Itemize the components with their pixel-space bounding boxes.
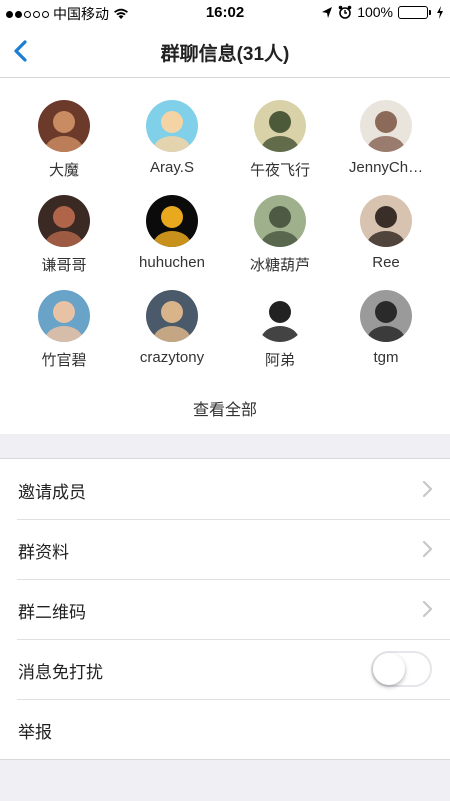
avatar (146, 195, 198, 247)
avatar (360, 100, 412, 152)
menu-label: 群资料 (18, 543, 69, 562)
chevron-right-icon (422, 480, 433, 498)
avatar (360, 195, 412, 247)
group-profile-item[interactable]: 群资料 (0, 519, 450, 579)
member-item[interactable]: Aray.S (116, 100, 228, 176)
member-name: huhuchen (139, 254, 205, 271)
location-arrow-icon (322, 6, 333, 18)
member-item[interactable]: tgm (330, 290, 442, 366)
status-right: 100% (321, 4, 444, 20)
member-item[interactable]: 大魔 (8, 100, 120, 180)
battery-icon (398, 5, 431, 19)
avatar (254, 195, 306, 247)
member-grid: 大魔 Aray.S 午夜飞行 JennyCh… 谦哥哥 huhuchen 冰糖葫芦 Ree 竹官… (0, 78, 450, 434)
avatar (360, 290, 412, 342)
toggle-knob (373, 653, 405, 685)
charging-icon (437, 5, 443, 19)
member-name: crazytony (139, 349, 205, 366)
chevron-right-icon (422, 540, 433, 558)
avatar (38, 100, 90, 152)
avatar (146, 290, 198, 342)
member-item[interactable]: 阿弟 (224, 290, 336, 370)
member-name: tgm (373, 349, 399, 366)
member-item[interactable]: 午夜飞行 (224, 100, 336, 180)
member-name: JennyCh… (348, 159, 424, 176)
avatar (38, 195, 90, 247)
member-name: 冰糖葫芦 (249, 257, 310, 274)
invite-members-item[interactable]: 邀请成员 (0, 459, 450, 519)
member-item[interactable]: Ree (330, 195, 442, 271)
avatar (146, 100, 198, 152)
menu-label: 举报 (18, 723, 52, 742)
menu-label: 邀请成员 (18, 483, 86, 502)
menu-label: 群二维码 (18, 603, 86, 622)
alarm-icon (338, 5, 352, 19)
menu-label: 消息免打扰 (18, 663, 103, 682)
member-name: 谦哥哥 (41, 257, 87, 274)
avatar (254, 290, 306, 342)
chevron-right-icon (422, 600, 433, 618)
member-item[interactable]: crazytony (116, 290, 228, 366)
member-item[interactable]: 冰糖葫芦 (224, 195, 336, 275)
status-bar: 中国移动 16:02 100% (0, 0, 450, 24)
nav-bar: 群聊信息(31人) (0, 24, 450, 78)
member-name: Aray.S (150, 159, 194, 176)
member-item[interactable]: huhuchen (116, 195, 228, 271)
member-name: Ree (372, 254, 400, 271)
member-item[interactable]: JennyCh… (330, 100, 442, 176)
member-name: 大魔 (48, 162, 79, 179)
avatar (38, 290, 90, 342)
do-not-disturb-toggle[interactable] (371, 651, 432, 687)
do-not-disturb-item: 消息免打扰 (0, 639, 450, 699)
page-title: 群聊信息(31人) (160, 44, 290, 65)
member-item[interactable]: 谦哥哥 (8, 195, 120, 275)
battery-percent: 100% (357, 4, 393, 20)
member-name: 午夜飞行 (249, 162, 310, 179)
view-all-button[interactable]: 查看全部 (0, 396, 450, 420)
avatar (254, 100, 306, 152)
group-qrcode-item[interactable]: 群二维码 (0, 579, 450, 639)
report-item[interactable]: 举报 (0, 699, 450, 759)
member-name: 竹官碧 (41, 352, 87, 369)
member-name: 阿弟 (264, 352, 295, 369)
settings-menu: 邀请成员 群资料 群二维码 消息免打扰 举报 (0, 458, 450, 760)
member-item[interactable]: 竹官碧 (8, 290, 120, 370)
